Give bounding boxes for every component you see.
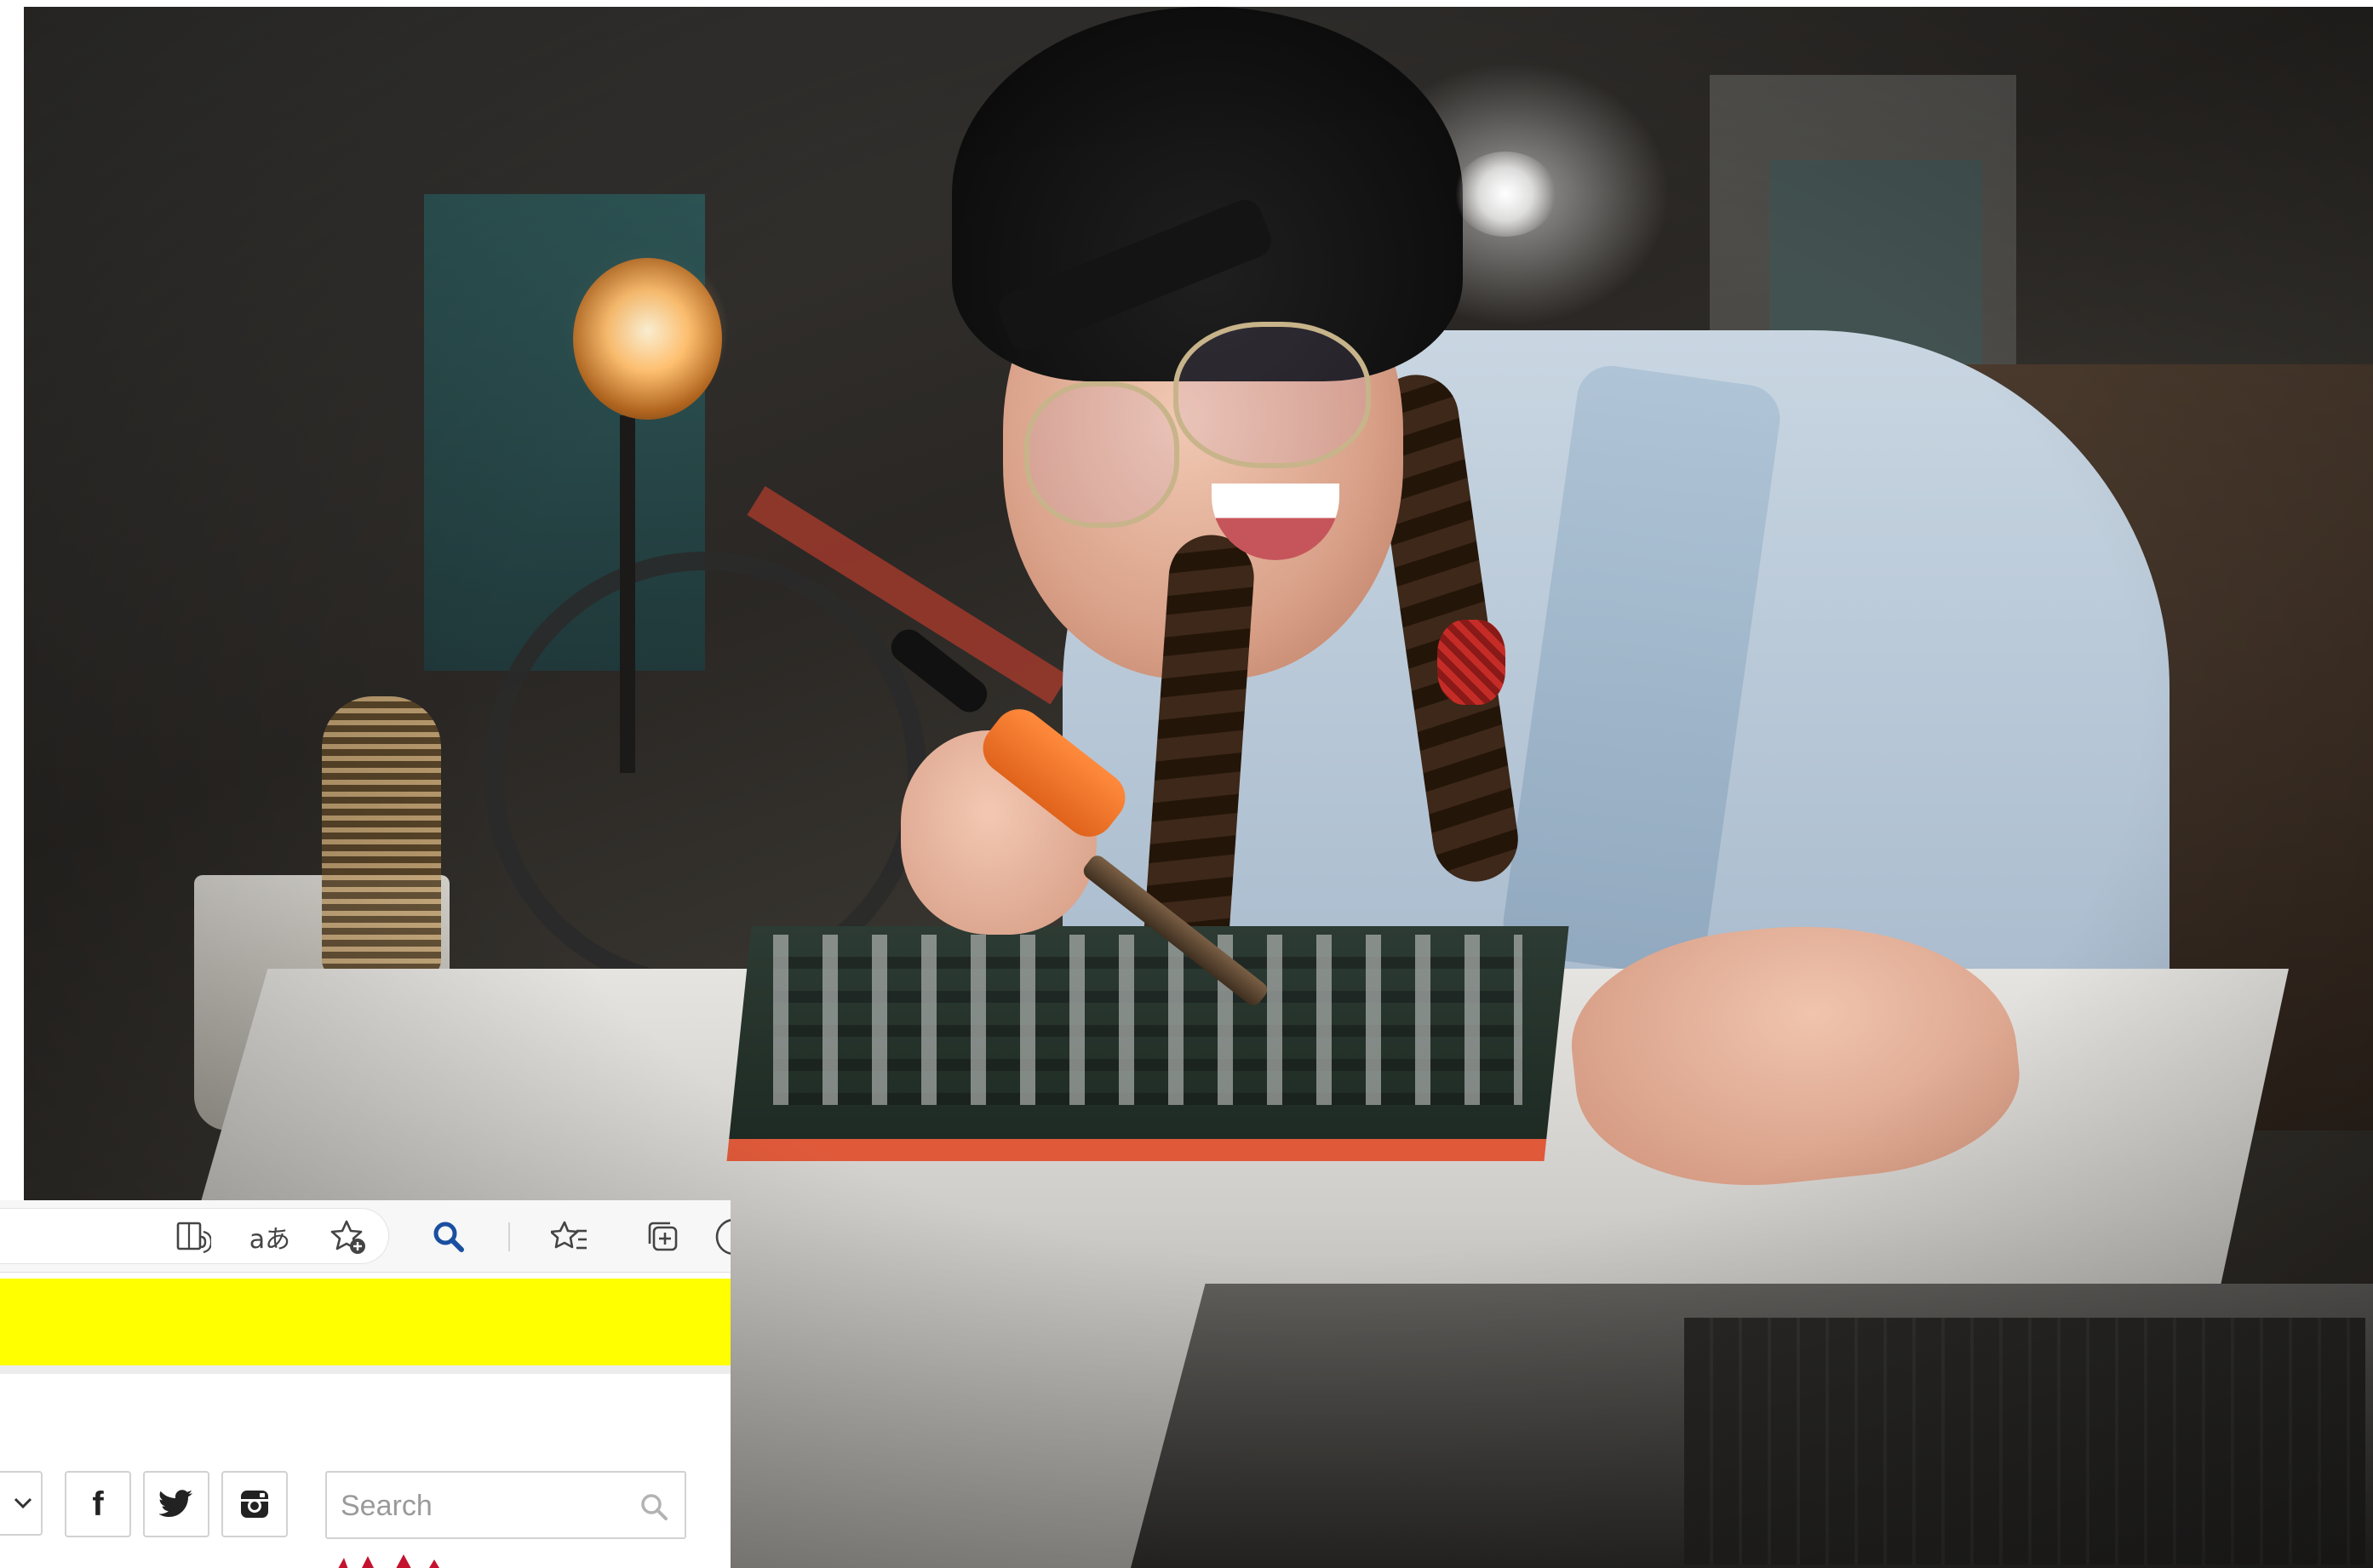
- toolbar-separator: [508, 1222, 510, 1251]
- search-input[interactable]: [339, 1481, 623, 1531]
- photo-lamp-arm: [620, 415, 635, 773]
- photo-lamp: [573, 258, 722, 420]
- photo-light-glare: [1454, 152, 1556, 237]
- twitter-icon: [159, 1490, 192, 1517]
- page: aあ f Search: [0, 0, 2373, 1568]
- site-banner: [0, 1279, 731, 1365]
- magnifier-icon: [641, 1494, 668, 1520]
- collections-icon[interactable]: [642, 1216, 685, 1258]
- photo-board-components: [773, 935, 1522, 1105]
- instagram-icon: [241, 1491, 268, 1518]
- facebook-button[interactable]: f: [65, 1471, 131, 1537]
- site-logo[interactable]: [332, 1551, 731, 1568]
- profile-icon[interactable]: [710, 1216, 731, 1258]
- header-social-row: f: [0, 1464, 731, 1541]
- search-icon[interactable]: [427, 1216, 470, 1258]
- chevron-down-icon: [14, 1497, 32, 1509]
- photo-iron-stand-coil: [322, 696, 441, 977]
- photo-glasses-left: [1024, 381, 1179, 528]
- browser-toolbar: aあ: [0, 1200, 731, 1273]
- read-aloud-icon[interactable]: [172, 1216, 215, 1258]
- translate-glyph: aあ: [249, 1225, 291, 1255]
- favorites-icon[interactable]: [548, 1216, 591, 1258]
- add-favorite-icon[interactable]: [327, 1216, 370, 1258]
- instagram-button[interactable]: [221, 1471, 288, 1537]
- site-search: [325, 1471, 686, 1539]
- photo-scrunchie: [1437, 620, 1505, 705]
- browser-window: aあ f Search: [0, 1200, 731, 1568]
- photo-laptop-keyboard: [1684, 1318, 2365, 1565]
- twitter-button[interactable]: [143, 1471, 209, 1537]
- facebook-icon: f: [92, 1485, 104, 1523]
- language-dropdown[interactable]: [0, 1471, 43, 1536]
- search-submit-button[interactable]: [635, 1488, 673, 1525]
- translate-icon[interactable]: aあ: [249, 1216, 291, 1258]
- banner-border: [0, 1365, 731, 1374]
- site-logo-mark: [338, 1554, 439, 1568]
- photo-glasses-right: [1173, 322, 1371, 468]
